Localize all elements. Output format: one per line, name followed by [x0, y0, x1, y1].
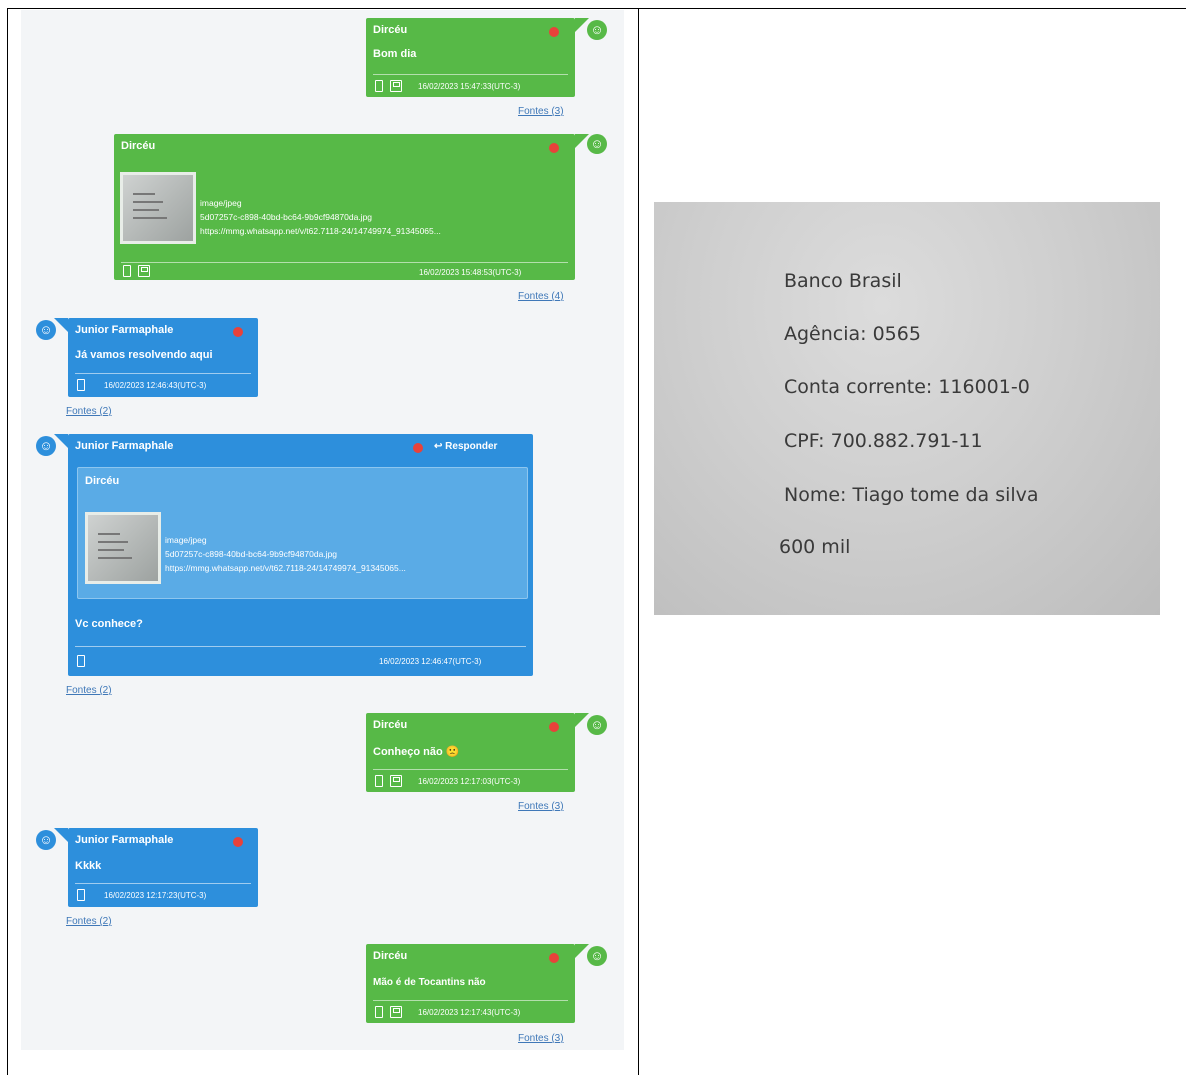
message-divider — [373, 74, 568, 75]
message-time: 16/02/2023 15:47:33(UTC-3) — [418, 82, 521, 91]
message-divider — [75, 373, 251, 374]
message-bubble[interactable]: Junior Farmaphale ↩ Responder Dircéu ima… — [68, 434, 533, 676]
cpf-line: CPF: 700.882.791-11 — [784, 430, 983, 452]
message-divider — [75, 883, 251, 884]
account-line: Conta corrente: 116001-0 — [784, 376, 1030, 398]
phone-icon[interactable] — [123, 265, 131, 277]
fontes-link[interactable]: Fontes (2) — [66, 406, 112, 417]
bubble-tail — [54, 828, 68, 842]
message-divider — [121, 262, 568, 263]
status-dot-icon — [549, 953, 559, 963]
message-bubble[interactable]: Dircéu Conheço não 🙁 16/02/2023 12:17:03… — [366, 713, 575, 792]
fontes-link[interactable]: Fontes (2) — [66, 916, 112, 927]
message-bubble[interactable]: Dircéu Mão é de Tocantins não 16/02/2023… — [366, 944, 575, 1023]
image-thumbnail[interactable] — [120, 172, 196, 244]
message-sender: Dircéu — [121, 140, 156, 152]
phone-icon[interactable] — [77, 889, 85, 901]
bank-name: Banco Brasil — [784, 270, 902, 292]
message-sender: Junior Farmaphale — [75, 324, 174, 336]
message-text: Vc conhece? — [75, 618, 143, 630]
message-sender: Dircéu — [373, 24, 408, 36]
quoted-message[interactable]: Dircéu image/jpeg 5d07257c-c898-40bd-bc6… — [77, 467, 528, 599]
attachment-info: image/jpeg 5d07257c-c898-40bd-bc64-9b9cf… — [200, 196, 568, 238]
attachment-url[interactable]: https://mmg.whatsapp.net/v/t62.7118-24/1… — [165, 561, 520, 575]
message-time: 16/02/2023 12:17:23(UTC-3) — [104, 891, 207, 900]
message-divider — [373, 1000, 568, 1001]
quoted-sender: Dircéu — [85, 475, 120, 487]
status-dot-icon — [233, 327, 243, 337]
message-sender: Junior Farmaphale — [75, 834, 174, 846]
message-sender: Dircéu — [373, 719, 408, 731]
chat-panel[interactable]: Dircéu Bom dia 16/02/2023 15:47:33(UTC-3… — [21, 10, 624, 1050]
status-dot-icon — [233, 837, 243, 847]
image-thumbnail[interactable] — [85, 512, 161, 584]
avatar-icon: ☺ — [36, 436, 56, 456]
message-time: 16/02/2023 15:48:53(UTC-3) — [419, 268, 522, 277]
agency-line: Agência: 0565 — [784, 323, 921, 345]
message-sender: Dircéu — [373, 950, 408, 962]
phone-icon[interactable] — [375, 1006, 383, 1018]
attachment-filename: 5d07257c-c898-40bd-bc64-9b9cf94870da.jpg — [200, 212, 373, 222]
message-text: Bom dia — [373, 48, 417, 60]
fontes-link[interactable]: Fontes (3) — [518, 801, 564, 812]
attachment-url[interactable]: https://mmg.whatsapp.net/v/t62.7118-24/1… — [200, 224, 568, 238]
status-dot-icon — [549, 722, 559, 732]
save-icon[interactable] — [390, 80, 402, 92]
message-bubble[interactable]: Dircéu image/jpeg 5d07257c-c898-40bd-bc6… — [114, 134, 575, 280]
attachment-filename: 5d07257c-c898-40bd-bc64-9b9cf94870da.jpg — [165, 549, 338, 559]
fontes-link[interactable]: Fontes (3) — [518, 106, 564, 117]
amount-line: 600 mil — [779, 536, 851, 558]
avatar-icon: ☺ — [587, 715, 607, 735]
message-text: Kkkk — [75, 860, 102, 872]
phone-icon[interactable] — [375, 80, 383, 92]
message-time: 16/02/2023 12:17:03(UTC-3) — [418, 777, 521, 786]
reply-button[interactable]: ↩ Responder — [434, 441, 497, 452]
phone-icon[interactable] — [77, 379, 85, 391]
avatar-icon: ☺ — [36, 830, 56, 850]
message-bubble[interactable]: Junior Farmaphale Já vamos resolvendo aq… — [68, 318, 258, 397]
phone-icon[interactable] — [77, 655, 85, 667]
phone-icon[interactable] — [375, 775, 383, 787]
fontes-link[interactable]: Fontes (3) — [518, 1033, 564, 1044]
avatar-icon: ☺ — [587, 20, 607, 40]
document-photo: Banco Brasil Agência: 0565 Conta corrent… — [654, 202, 1160, 615]
avatar-icon: ☺ — [587, 946, 607, 966]
bubble-tail — [54, 318, 68, 332]
bubble-tail — [54, 434, 68, 448]
message-divider — [373, 769, 568, 770]
table-border-left — [7, 8, 8, 1075]
avatar-icon: ☺ — [36, 320, 56, 340]
message-text: Mão é de Tocantins não — [373, 977, 486, 988]
message-text: Já vamos resolvendo aqui — [75, 349, 213, 361]
avatar-icon: ☺ — [587, 134, 607, 154]
attachment-type: image/jpeg — [165, 535, 207, 545]
table-border-top — [7, 8, 1186, 9]
message-time: 16/02/2023 12:46:43(UTC-3) — [104, 381, 207, 390]
status-dot-icon — [549, 27, 559, 37]
name-line: Nome: Tiago tome da silva — [784, 484, 1039, 506]
message-sender: Junior Farmaphale — [75, 440, 174, 452]
message-bubble[interactable]: Junior Farmaphale Kkkk 16/02/2023 12:17:… — [68, 828, 258, 907]
status-dot-icon — [549, 143, 559, 153]
message-bubble[interactable]: Dircéu Bom dia 16/02/2023 15:47:33(UTC-3… — [366, 18, 575, 97]
save-icon[interactable] — [138, 265, 150, 277]
save-icon[interactable] — [390, 775, 402, 787]
attachment-info: image/jpeg 5d07257c-c898-40bd-bc64-9b9cf… — [165, 533, 520, 575]
table-border-middle — [638, 8, 639, 1075]
status-dot-icon — [413, 443, 423, 453]
message-time: 16/02/2023 12:46:47(UTC-3) — [379, 657, 482, 666]
save-icon[interactable] — [390, 1006, 402, 1018]
message-divider — [75, 646, 526, 647]
attachment-type: image/jpeg — [200, 198, 242, 208]
fontes-link[interactable]: Fontes (4) — [518, 291, 564, 302]
reply-icon: ↩ — [434, 441, 443, 452]
reply-label: Responder — [445, 441, 498, 452]
fontes-link[interactable]: Fontes (2) — [66, 685, 112, 696]
message-text: Conheço não 🙁 — [373, 746, 460, 758]
message-time: 16/02/2023 12:17:43(UTC-3) — [418, 1008, 521, 1017]
